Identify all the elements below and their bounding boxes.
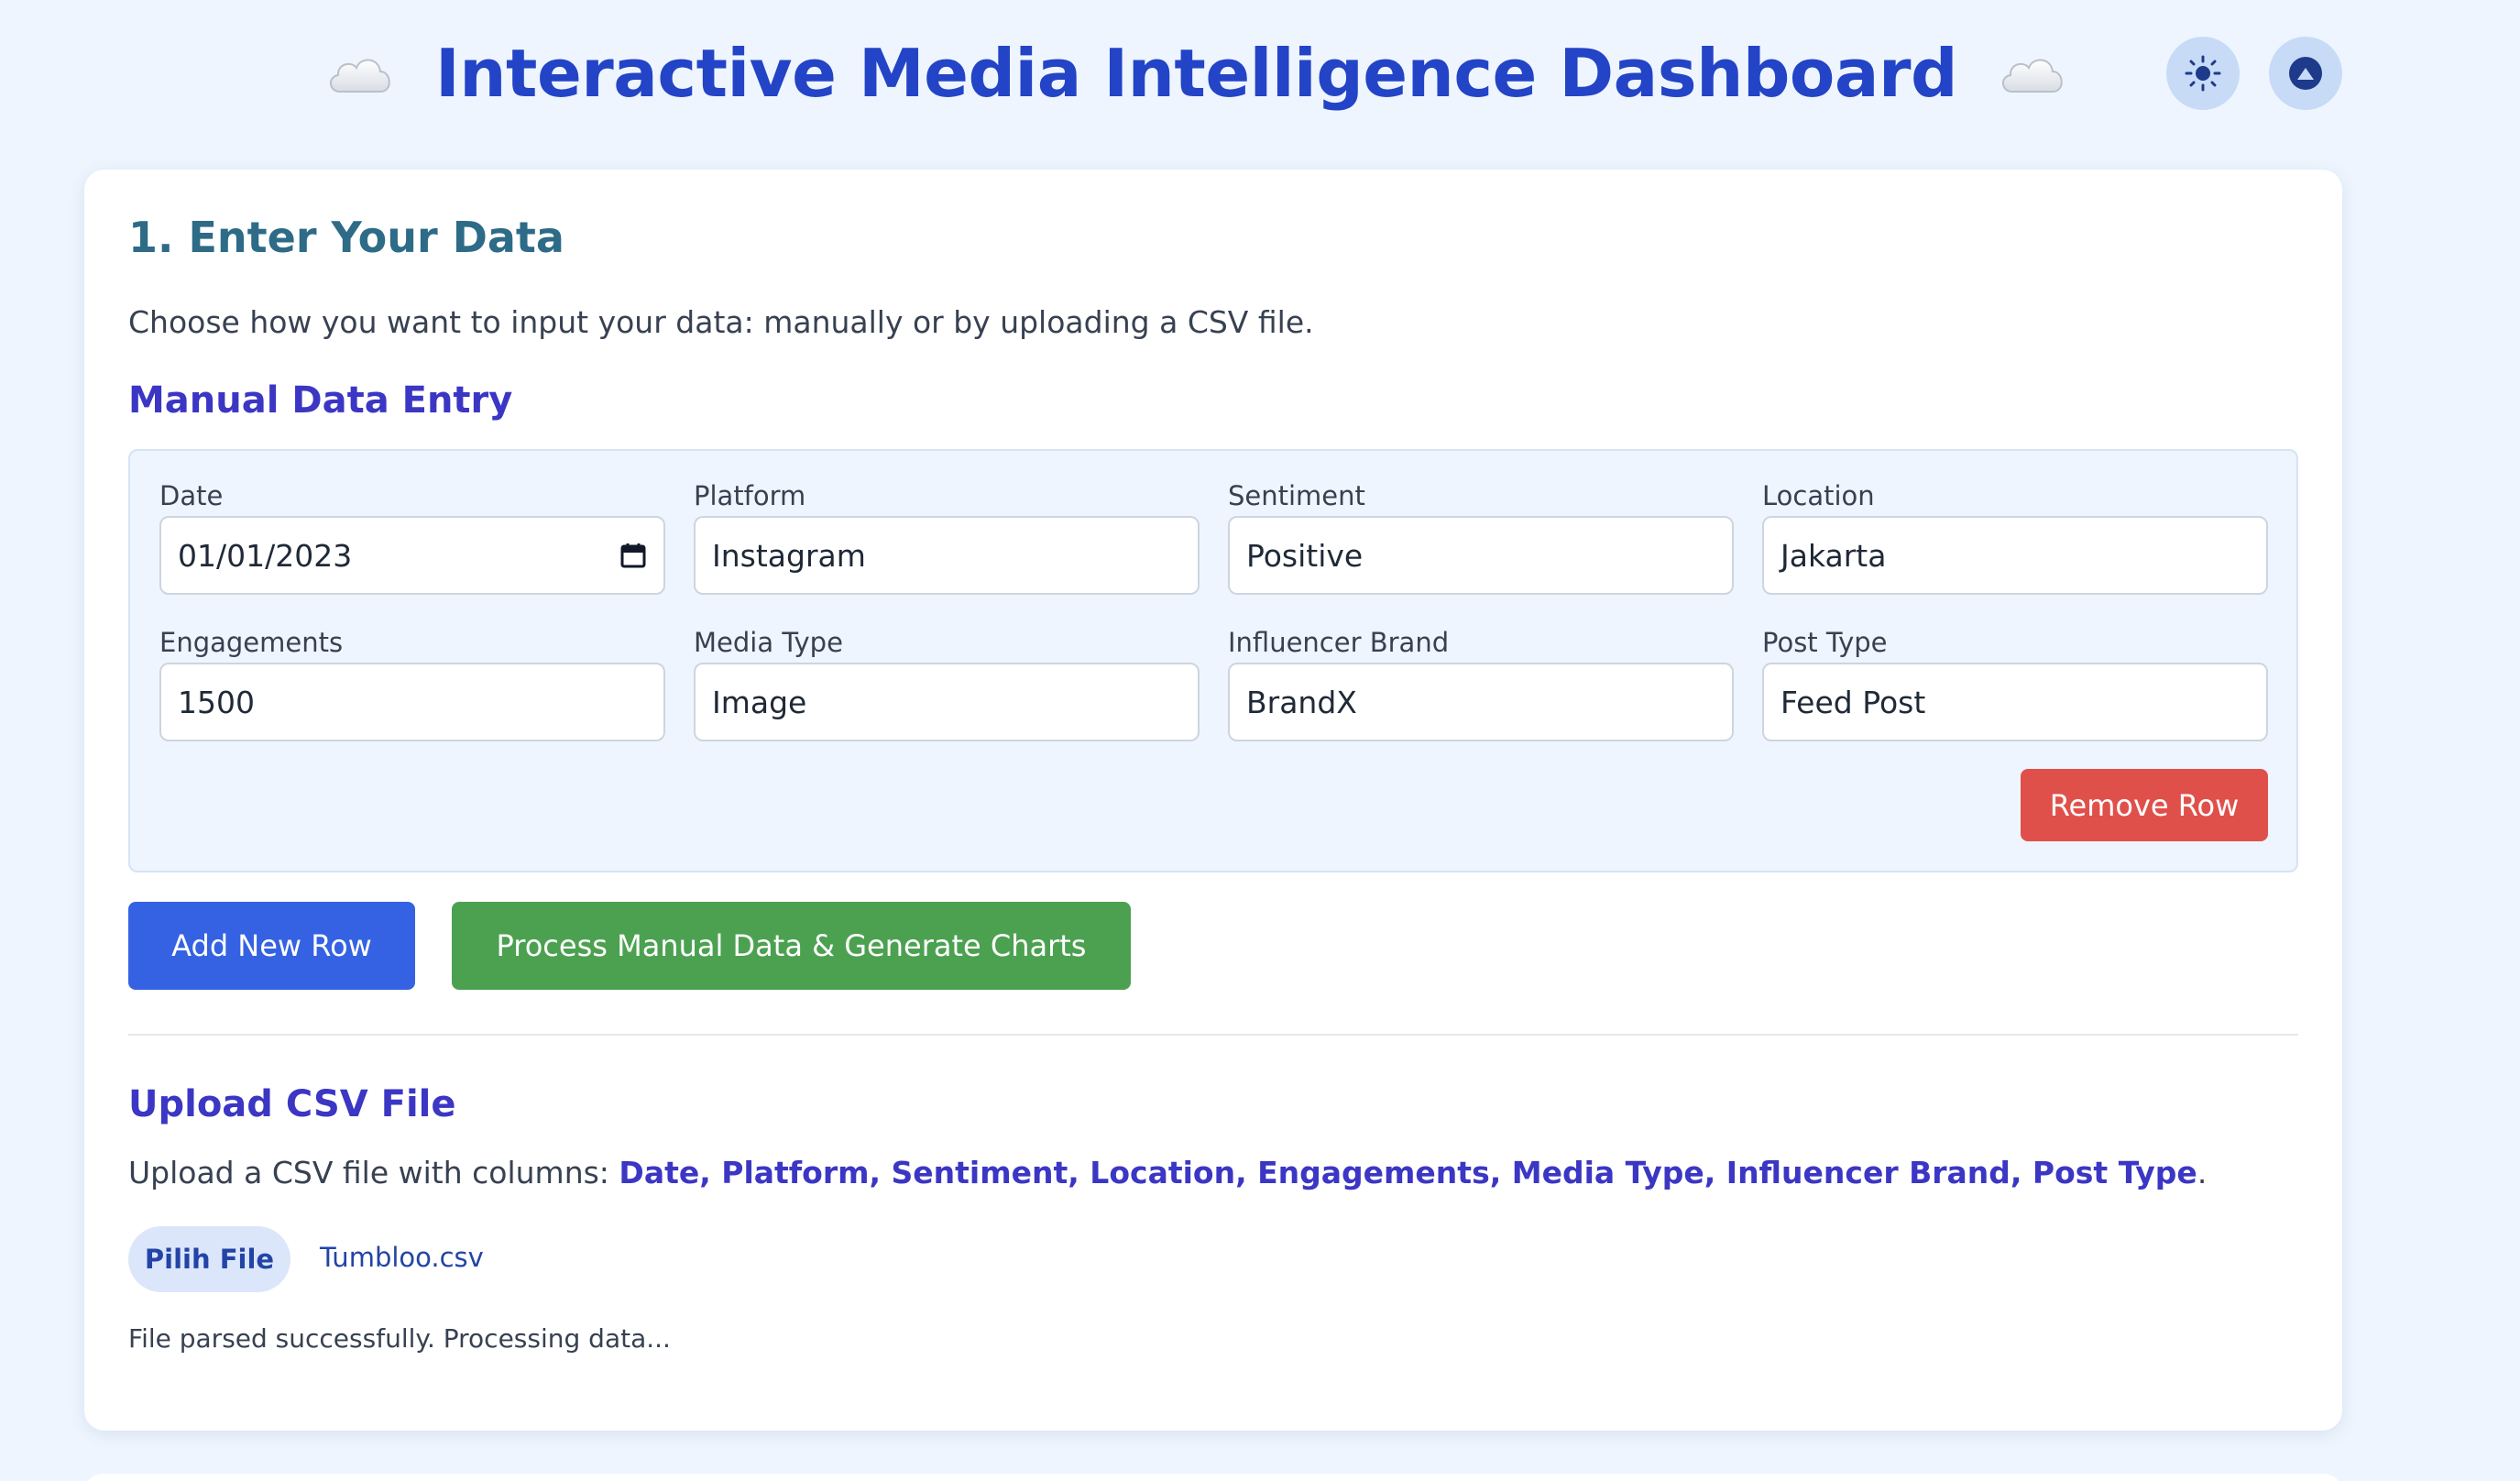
upload-status: File parsed successfully. Processing dat… <box>128 1323 671 1354</box>
platform-input[interactable]: Instagram <box>694 516 1200 595</box>
post-type-value: Feed Post <box>1780 684 1926 720</box>
remove-row-button[interactable]: Remove Row <box>2021 769 2268 841</box>
data-row-panel <box>128 449 2298 872</box>
platform-value: Instagram <box>712 537 866 574</box>
choose-file-button[interactable]: Pilih File <box>128 1226 290 1292</box>
process-data-button[interactable]: Process Manual Data & Generate Charts <box>452 902 1131 990</box>
calendar-icon[interactable] <box>619 542 647 569</box>
media-type-input[interactable]: Image <box>694 663 1200 741</box>
media-type-label: Media Type <box>694 627 843 658</box>
cloud-icon <box>2002 59 2063 93</box>
platform-label: Platform <box>694 480 806 511</box>
post-type-label: Post Type <box>1762 627 1888 658</box>
section-intro: Choose how you want to input your data: … <box>128 304 1314 340</box>
csv-description: Upload a CSV file with columns: Date, Pl… <box>128 1155 2207 1190</box>
page-title: Interactive Media Intelligence Dashboard <box>435 35 1958 112</box>
user-circle-icon <box>2289 57 2322 90</box>
title-wrap: Interactive Media Intelligence Dashboard <box>325 29 2067 117</box>
influencer-brand-input[interactable]: BrandX <box>1228 663 1734 741</box>
manual-entry-title: Manual Data Entry <box>128 379 513 422</box>
section-title: 1. Enter Your Data <box>128 213 564 262</box>
selected-file-name: Tumbloo.csv <box>320 1242 484 1273</box>
media-type-value: Image <box>712 684 807 720</box>
sun-icon <box>2185 55 2221 92</box>
profile-button[interactable] <box>2269 37 2342 110</box>
cloud-icon <box>330 59 390 93</box>
sentiment-value: Positive <box>1246 537 1364 574</box>
location-value: Jakarta <box>1780 537 1887 574</box>
theme-toggle-button[interactable] <box>2166 37 2240 110</box>
date-label: Date <box>159 480 224 511</box>
csv-desc-prefix: Upload a CSV file with columns: <box>128 1155 619 1190</box>
date-value: 01/01/2023 <box>178 537 353 574</box>
engagements-value: 1500 <box>178 684 255 720</box>
sentiment-input[interactable]: Positive <box>1228 516 1734 595</box>
post-type-input[interactable]: Feed Post <box>1762 663 2268 741</box>
sentiment-label: Sentiment <box>1228 480 1365 511</box>
csv-upload-title: Upload CSV File <box>128 1083 456 1125</box>
influencer-brand-label: Influencer Brand <box>1228 627 1450 658</box>
engagements-input[interactable]: 1500 <box>159 663 665 741</box>
csv-columns: Date, Platform, Sentiment, Location, Eng… <box>619 1155 2197 1190</box>
section-divider <box>128 1034 2298 1036</box>
engagements-label: Engagements <box>159 627 344 658</box>
add-row-button[interactable]: Add New Row <box>128 902 415 990</box>
header: Interactive Media Intelligence Dashboard <box>0 0 2520 147</box>
date-input[interactable]: 01/01/2023 <box>159 516 665 595</box>
next-card <box>84 1474 2342 1481</box>
location-label: Location <box>1762 480 1875 511</box>
location-input[interactable]: Jakarta <box>1762 516 2268 595</box>
csv-desc-suffix: . <box>2197 1155 2208 1190</box>
influencer-brand-value: BrandX <box>1246 684 1357 720</box>
